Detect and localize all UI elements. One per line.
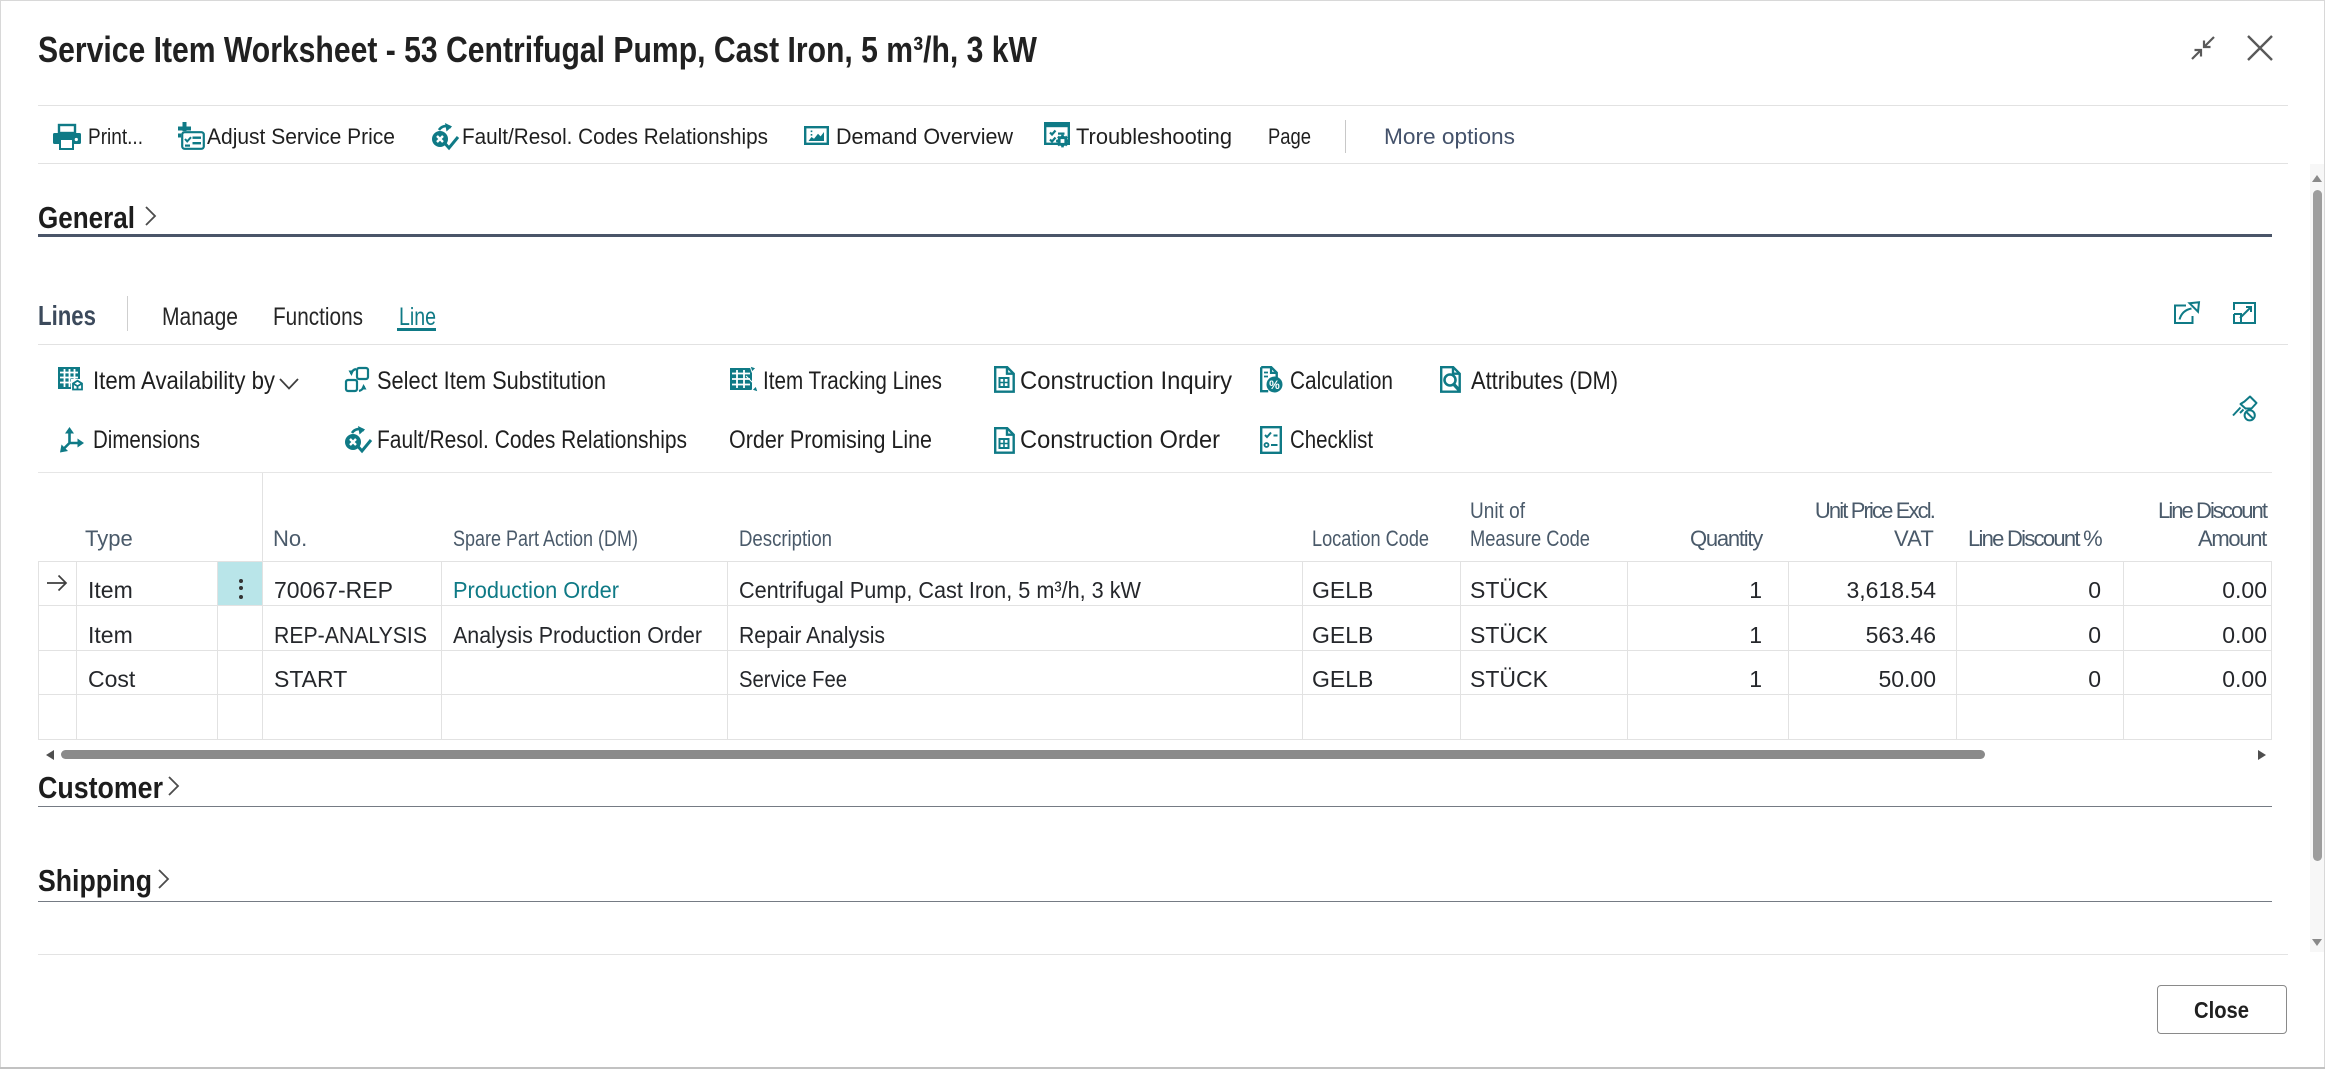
svg-text:%: % <box>1269 378 1280 392</box>
